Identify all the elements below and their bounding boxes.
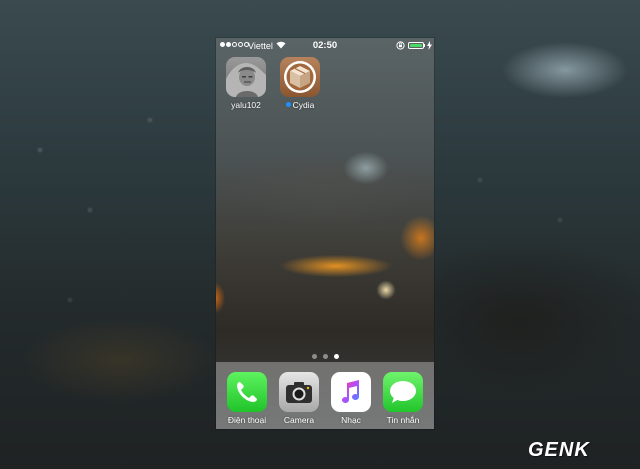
watermark-text: GENK <box>528 438 590 461</box>
app-label: Điện thoại <box>227 415 267 425</box>
app-label: Nhạc <box>341 415 361 425</box>
yalu-app-icon[interactable] <box>226 57 266 97</box>
page-dot-active[interactable] <box>333 354 339 359</box>
phone-icon[interactable] <box>227 372 267 412</box>
battery-fill <box>410 44 422 47</box>
app-label: Cydia <box>275 100 325 110</box>
dock-app-messages[interactable]: Tin nhắn <box>378 372 428 425</box>
cydia-box-icon[interactable] <box>280 57 320 97</box>
dock-app-camera[interactable]: Camera <box>274 372 324 425</box>
app-yalu102[interactable]: yalu102 <box>221 57 271 110</box>
dock: Điện thoại Camera Nhạc Tin nhắn <box>216 362 434 429</box>
app-label: yalu102 <box>231 100 261 110</box>
messages-icon[interactable] <box>383 372 423 412</box>
app-cydia[interactable]: Cydia <box>275 57 325 110</box>
page-dot[interactable] <box>311 354 317 359</box>
iphone-home-screen: Viettel 02:50 yalu102 Cydia Điện thoại C… <box>216 38 434 429</box>
app-label: Tin nhắn <box>386 415 420 425</box>
page-indicator[interactable] <box>216 354 434 359</box>
genk-watermark-logo: GENK <box>528 438 590 462</box>
battery-icon <box>408 42 424 49</box>
music-icon[interactable] <box>331 372 371 412</box>
app-label: Camera <box>283 415 315 425</box>
status-bar: Viettel 02:50 <box>216 38 434 54</box>
charging-bolt-icon <box>427 41 432 52</box>
new-install-dot <box>285 102 291 107</box>
page-dot[interactable] <box>322 354 328 359</box>
dock-app-phone[interactable]: Điện thoại <box>222 372 272 425</box>
camera-icon[interactable] <box>279 372 319 412</box>
rotation-lock-icon <box>396 41 405 52</box>
dock-app-music[interactable]: Nhạc <box>326 372 376 425</box>
